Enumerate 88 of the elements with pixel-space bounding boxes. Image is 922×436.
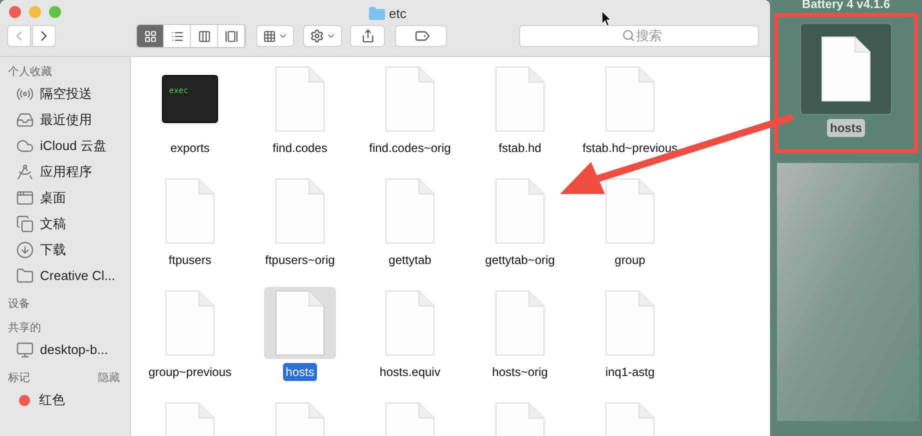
- file-name[interactable]: hosts~orig: [489, 363, 551, 381]
- document-icon: [495, 66, 545, 132]
- sidebar-item[interactable]: iCloud 云盘: [8, 133, 130, 159]
- file-name[interactable]: fstab.hd~previous: [579, 139, 681, 157]
- document-icon: [495, 178, 545, 244]
- sidebar-heading: 设备: [8, 296, 30, 312]
- group-button[interactable]: [256, 25, 294, 47]
- file-name[interactable]: ftpusers: [166, 251, 214, 269]
- sidebar-label: iCloud 云盘: [40, 137, 106, 156]
- column-view-icon: [198, 30, 210, 42]
- file-name[interactable]: ftpusers~orig: [262, 251, 338, 269]
- action-button[interactable]: [303, 25, 342, 47]
- settings-icon: [310, 29, 324, 43]
- search-icon: [622, 29, 635, 42]
- search-field[interactable]: 搜索: [519, 24, 759, 46]
- sidebar-item[interactable]: Creative Cl...: [8, 263, 130, 289]
- document-icon: [385, 290, 435, 356]
- sidebar-label: Creative Cl...: [40, 267, 116, 286]
- share-icon: [360, 29, 374, 43]
- document-icon: [495, 290, 545, 356]
- file-name[interactable]: group~previous: [145, 363, 235, 381]
- sidebar-item[interactable]: 应用程序: [8, 159, 130, 185]
- sidebar-item[interactable]: desktop-b...: [8, 337, 130, 363]
- document-icon: [275, 290, 325, 356]
- sidebar-item[interactable]: 隔空投送: [8, 81, 130, 107]
- sidebar-item[interactable]: 红色: [8, 387, 130, 413]
- icon-view-icon: [144, 30, 156, 42]
- view-mode-button[interactable]: [218, 25, 245, 47]
- list-view-icon: [170, 30, 184, 42]
- desktop-icon-label[interactable]: hosts: [826, 119, 865, 137]
- file-name[interactable]: group: [612, 251, 648, 269]
- file-name[interactable]: gettytab~orig: [482, 251, 558, 269]
- gallery-view-icon: [224, 30, 238, 42]
- signal-rings-icon: [16, 85, 34, 103]
- document-icon: [275, 178, 325, 244]
- sidebar-label: desktop-b...: [40, 341, 108, 360]
- sidebar-item[interactable]: 下载: [8, 237, 130, 263]
- sidebar-label: 最近使用: [40, 111, 92, 130]
- document-icon: [385, 66, 435, 132]
- file-name[interactable]: hosts.equiv: [376, 363, 444, 381]
- document-icon: [605, 290, 655, 356]
- file-name[interactable]: find.codes~orig: [366, 139, 454, 157]
- monitor-icon: [16, 341, 34, 359]
- document-icon: [165, 290, 215, 356]
- share-button[interactable]: [350, 25, 385, 47]
- sidebar-heading: 个人收藏: [8, 64, 52, 80]
- download-icon: [16, 241, 34, 259]
- sidebar-label: 文稿: [40, 215, 66, 234]
- view-mode-button[interactable]: [164, 25, 191, 47]
- document-icon: [165, 178, 215, 244]
- window-title: etc: [389, 5, 406, 23]
- sidebar-label: 应用程序: [40, 163, 92, 182]
- sidebar-item[interactable]: 桌面: [8, 185, 130, 211]
- document-icon: [821, 36, 871, 102]
- file-name[interactable]: hosts: [282, 363, 318, 381]
- folder-icon: [16, 267, 34, 285]
- sidebar-item[interactable]: 文稿: [8, 211, 130, 237]
- tag-button[interactable]: [395, 25, 447, 47]
- cursor-icon: [602, 11, 612, 26]
- document-icon: [605, 66, 655, 132]
- hide-link[interactable]: 隐藏: [98, 370, 120, 386]
- file-name[interactable]: exports: [167, 139, 213, 157]
- grid-icon: [262, 30, 276, 42]
- tray-icon: [16, 111, 34, 129]
- sidebar-label: 桌面: [40, 189, 66, 208]
- file-name[interactable]: gettytab: [386, 251, 434, 269]
- file-name[interactable]: fstab.hd: [496, 139, 544, 157]
- documents-icon: [16, 215, 34, 233]
- exec-label: exec: [169, 86, 188, 95]
- sidebar-label: 隔空投送: [40, 85, 92, 104]
- compass-icon: [16, 163, 34, 181]
- sidebar-item[interactable]: 最近使用: [8, 107, 130, 133]
- sidebar-label: 红色: [39, 391, 65, 410]
- document-icon: [385, 178, 435, 244]
- view-mode-button[interactable]: [137, 25, 164, 47]
- file-name[interactable]: inq1-astg: [602, 363, 658, 381]
- window-icon: [16, 189, 34, 207]
- sidebar-label: 下载: [40, 241, 66, 260]
- view-mode-button[interactable]: [191, 25, 218, 47]
- document-icon: [275, 66, 325, 132]
- folder-icon: [369, 7, 385, 20]
- cloud-icon: [16, 137, 34, 155]
- forward-button[interactable]: [32, 25, 56, 47]
- close-button[interactable]: [9, 6, 21, 18]
- document-icon: [605, 178, 655, 244]
- sidebar-heading: 标记: [8, 370, 30, 386]
- sidebar-heading: 共享的: [8, 320, 41, 336]
- file-name[interactable]: find.codes: [270, 139, 330, 157]
